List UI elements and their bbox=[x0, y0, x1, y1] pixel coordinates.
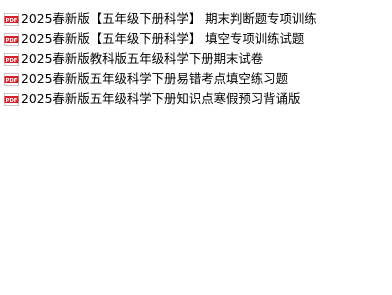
file-name: 2025春新版【五年级下册科学】 期末判断题专项训练 bbox=[21, 11, 317, 26]
file-name: 2025春新版【五年级下册科学】 填空专项训练试题 bbox=[21, 31, 305, 46]
pdf-icon: PDF bbox=[4, 92, 19, 106]
svg-text:PDF: PDF bbox=[6, 97, 18, 103]
file-item[interactable]: PDF 2025春新版五年级科学下册易错考点填空练习题 bbox=[4, 69, 392, 89]
file-name: 2025春新版五年级科学下册知识点寒假预习背诵版 bbox=[21, 91, 301, 106]
svg-text:PDF: PDF bbox=[6, 37, 18, 43]
file-name: 2025春新版教科版五年级科学下册期末试卷 bbox=[21, 51, 264, 66]
file-item[interactable]: PDF 2025春新版【五年级下册科学】 填空专项训练试题 bbox=[4, 29, 392, 49]
pdf-icon: PDF bbox=[4, 72, 19, 86]
svg-text:PDF: PDF bbox=[6, 57, 18, 63]
file-list: PDF 2025春新版【五年级下册科学】 期末判断题专项训练 PDF 2025春… bbox=[4, 9, 392, 109]
pdf-icon: PDF bbox=[4, 32, 19, 46]
file-name: 2025春新版五年级科学下册易错考点填空练习题 bbox=[21, 71, 288, 86]
file-item[interactable]: PDF 2025春新版五年级科学下册知识点寒假预习背诵版 bbox=[4, 89, 392, 109]
pdf-icon: PDF bbox=[4, 52, 19, 66]
file-item[interactable]: PDF 2025春新版【五年级下册科学】 期末判断题专项训练 bbox=[4, 9, 392, 29]
pdf-icon: PDF bbox=[4, 12, 19, 26]
svg-text:PDF: PDF bbox=[6, 17, 18, 23]
file-item[interactable]: PDF 2025春新版教科版五年级科学下册期末试卷 bbox=[4, 49, 392, 69]
svg-text:PDF: PDF bbox=[6, 77, 18, 83]
